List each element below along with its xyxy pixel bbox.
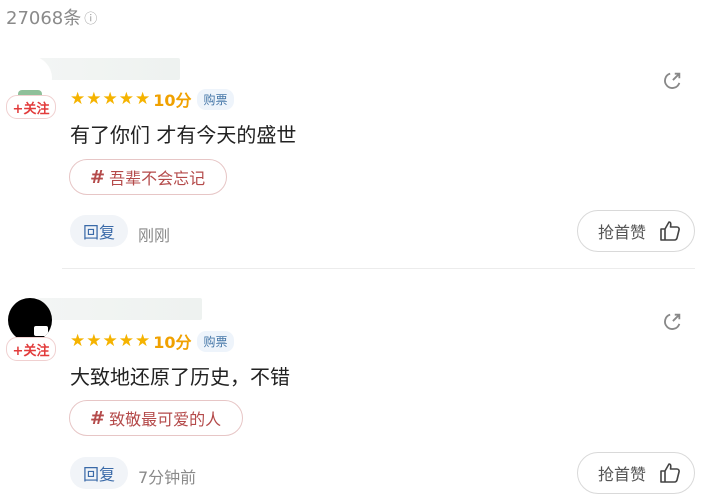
hashtag-text: 吾辈不会忘记 [109, 169, 206, 188]
like-button[interactable]: 抢首赞 [577, 452, 695, 494]
reply-button[interactable]: 回复 [70, 215, 128, 247]
hash-icon: # [90, 166, 106, 188]
like-label: 抢首赞 [598, 223, 647, 242]
hashtag-chip[interactable]: # 致敬最可爱的人 [69, 400, 243, 436]
avatar[interactable] [8, 298, 52, 342]
hashtag-text: 致敬最可爱的人 [109, 410, 222, 429]
star-rating: ★★★★★ [70, 331, 152, 351]
star-rating: ★★★★★ [70, 89, 152, 109]
divider [62, 268, 695, 269]
timestamp: 刚刚 [138, 226, 171, 245]
comment-count: 27068条 ⓘ [6, 4, 97, 30]
comment-text: 大致地还原了历史，不错 [70, 365, 290, 389]
thumb-up-icon [660, 221, 680, 241]
timestamp: 7分钟前 [138, 468, 197, 487]
hashtag-chip[interactable]: # 吾辈不会忘记 [69, 159, 227, 195]
score-text: 10分 [153, 333, 192, 352]
username-blurred [38, 298, 202, 320]
comment-text: 有了你们 才有今天的盛世 [70, 123, 297, 147]
info-icon[interactable]: ⓘ [84, 8, 97, 27]
hash-icon: # [90, 407, 106, 429]
rating-row: ★★★★★ 10分 购票 [70, 329, 234, 353]
avatar[interactable] [8, 56, 52, 100]
follow-button[interactable]: +关注 [6, 95, 56, 119]
reply-button[interactable]: 回复 [70, 457, 128, 489]
share-icon[interactable] [661, 70, 683, 92]
like-label: 抢首赞 [598, 465, 647, 484]
rating-row: ★★★★★ 10分 购票 [70, 87, 234, 111]
follow-button[interactable]: +关注 [6, 337, 56, 361]
purchase-tag: 购票 [197, 330, 234, 352]
score-text: 10分 [153, 91, 192, 110]
share-icon[interactable] [661, 311, 683, 333]
username-blurred [38, 58, 180, 80]
comment-count-text: 27068条 [6, 8, 82, 29]
like-button[interactable]: 抢首赞 [577, 210, 695, 252]
thumb-up-icon [660, 463, 680, 483]
purchase-tag: 购票 [197, 88, 234, 110]
